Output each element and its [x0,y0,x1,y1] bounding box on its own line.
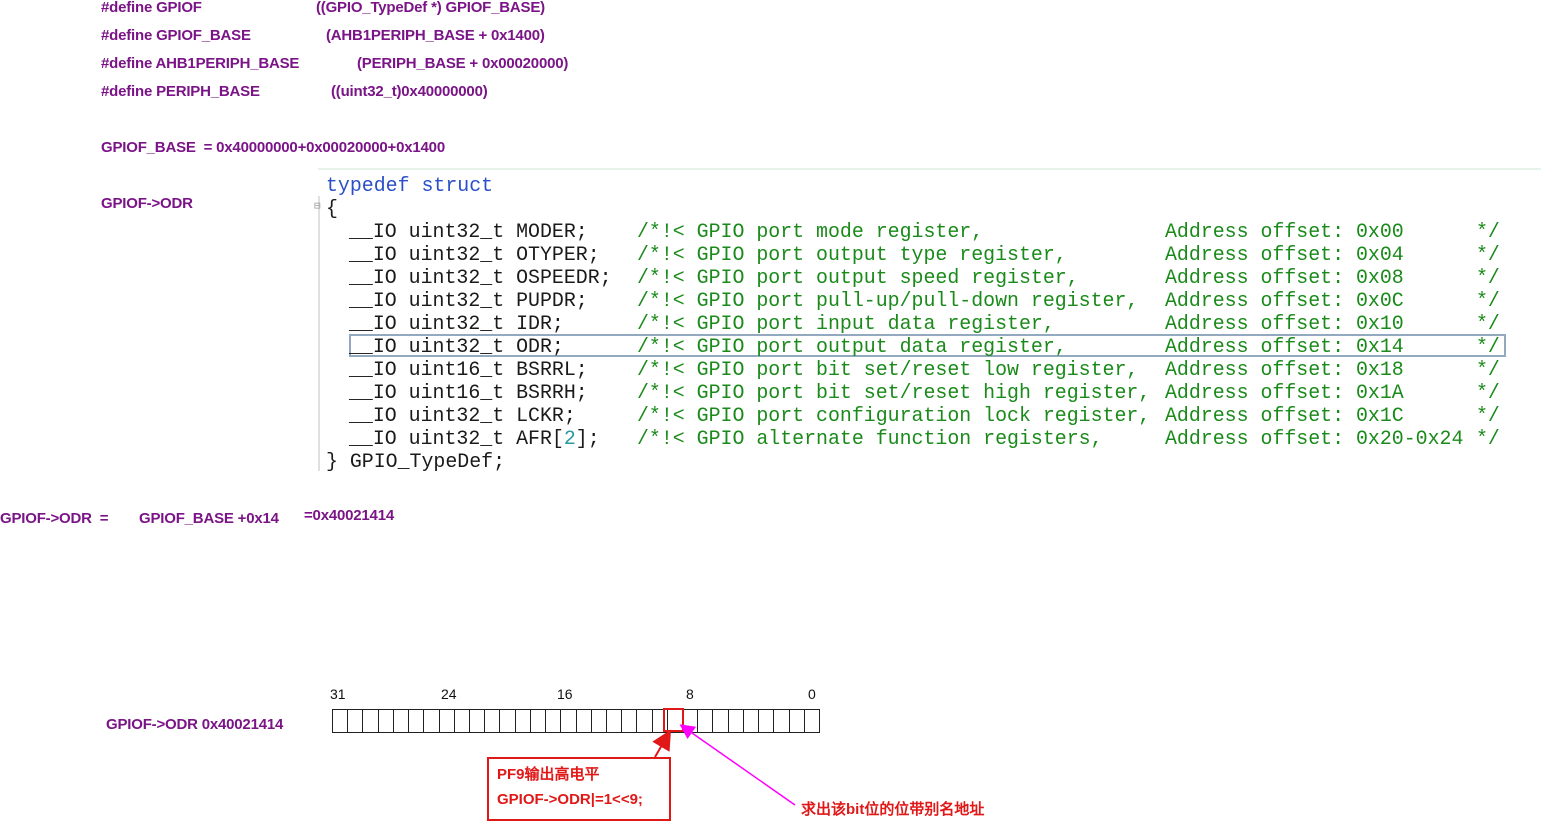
magenta-arrow [679,724,796,806]
annotation-arrows [652,724,796,806]
red-arrow [652,729,672,758]
